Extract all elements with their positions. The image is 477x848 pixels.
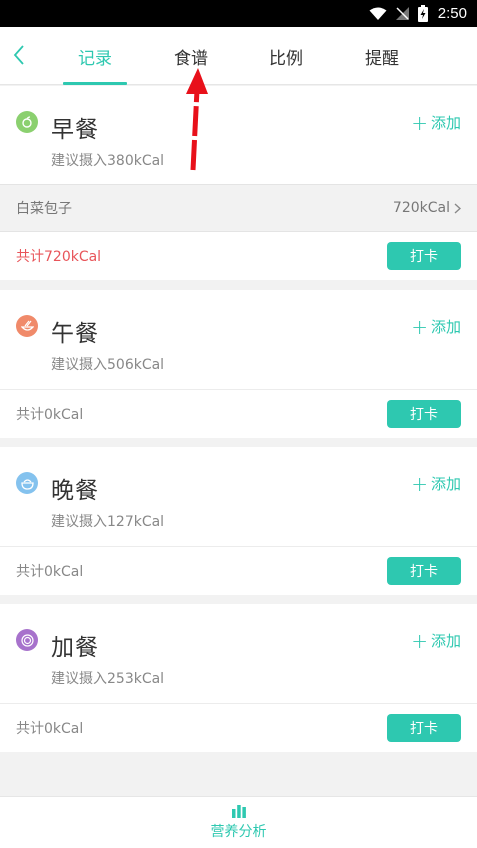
check-in-button[interactable]: 打卡 [387,400,461,428]
plus-icon: + [411,628,428,653]
tab-ratio[interactable]: 比例 [238,27,334,85]
add-food-button[interactable]: + 添加 [411,112,461,133]
plus-icon: + [411,110,428,135]
food-name: 白菜包子 [16,201,72,217]
meal-total: 共计0kCal [16,407,84,423]
check-in-button[interactable]: 打卡 [387,557,461,585]
meal-total: 共计0kCal [16,564,84,580]
meal-dinner: 晚餐 建议摄入127kCal + 添加 [0,447,477,546]
back-button[interactable] [6,39,32,71]
meal-lunch: 午餐 建议摄入506kCal + 添加 [0,290,477,389]
meal-suggested-intake: 建议摄入253kCal [51,671,165,687]
meal-breakfast: 早餐 建议摄入380kCal + 添加 [0,86,477,184]
meal-total: 共计0kCal [16,721,84,737]
plus-icon: + [411,314,428,339]
wifi-icon [369,7,387,21]
food-calories: 720kCal [392,200,450,216]
meal-total: 共计720kCal [16,249,102,265]
meal-snack: 加餐 建议摄入253kCal + 添加 [0,604,477,703]
meal-suggested-intake: 建议摄入506kCal [51,357,165,373]
bar-chart-icon [231,805,246,818]
tab-reminders[interactable]: 提醒 [334,27,430,85]
meal-title: 加餐 [51,635,99,661]
meal-total-row: 共计720kCal 打卡 [0,232,477,280]
top-nav: 记录 食谱 比例 提醒 [0,27,477,85]
meal-title: 午餐 [51,321,99,347]
add-food-button[interactable]: + 添加 [411,316,461,337]
status-bar: 2:50 [0,0,477,27]
meal-suggested-intake: 建议摄入380kCal [51,153,165,169]
plus-icon: + [411,471,428,496]
tab-recipes[interactable]: 食谱 [143,27,239,85]
no-signal-icon [395,6,410,21]
add-food-button[interactable]: + 添加 [411,630,461,651]
tab-records[interactable]: 记录 [47,27,143,85]
apple-icon [16,111,38,133]
meal-title: 晚餐 [51,478,99,504]
food-item[interactable]: 白菜包子 720kCal [0,184,477,232]
meal-total-row: 共计0kCal 打卡 [0,547,477,595]
chevron-left-icon [13,45,24,65]
battery-charging-icon [417,5,428,22]
bottom-bar-label: 营养分析 [210,824,267,840]
add-food-button[interactable]: + 添加 [411,473,461,494]
check-in-button[interactable]: 打卡 [387,714,461,742]
meal-total-row: 共计0kCal 打卡 [0,704,477,752]
meal-title: 早餐 [51,117,99,143]
rice-bowl-icon [16,472,38,494]
clock: 2:50 [437,5,467,22]
chevron-right-icon [454,202,461,214]
check-in-button[interactable]: 打卡 [387,242,461,270]
nutrition-analysis-button[interactable]: 营养分析 [0,796,477,848]
plate-icon [16,629,38,651]
meal-suggested-intake: 建议摄入127kCal [51,514,165,530]
meal-total-row: 共计0kCal 打卡 [0,390,477,438]
bowl-chopsticks-icon [16,315,38,337]
